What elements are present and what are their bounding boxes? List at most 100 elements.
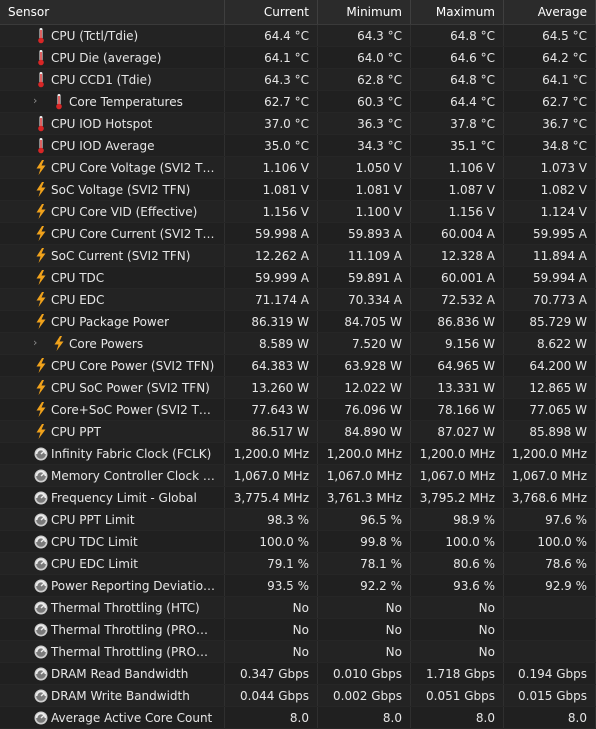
expand-chevron-icon[interactable]: ›	[33, 337, 41, 348]
value-maximum: 64.6 °C	[411, 47, 504, 68]
table-row[interactable]: Core+SoC Power (SVI2 TFN) 77.643 W 76.096 …	[0, 399, 596, 421]
value-current: 1.156 V	[225, 201, 318, 222]
table-row[interactable]: CPU Core Current (SVI2 TFN) 59.998 A 59.89…	[0, 223, 596, 245]
expand-chevron-icon[interactable]: ›	[33, 95, 41, 106]
table-row[interactable]: Thermal Throttling (PROCH... No No No	[0, 619, 596, 641]
value-maximum: 100.0 %	[411, 531, 504, 552]
value-maximum: 64.8 °C	[411, 25, 504, 46]
value-current: 1,067.0 MHz	[225, 465, 318, 486]
sensor-name-cell: CPU Core Voltage (SVI2 TFN)	[0, 157, 225, 178]
table-row[interactable]: DRAM Read Bandwidth 0.347 Gbps 0.010 Gbps 1…	[0, 663, 596, 685]
table-row[interactable]: CPU CCD1 (Tdie) 64.3 °C 62.8 °C 64.8 °C 64.1…	[0, 69, 596, 91]
sensor-name: Power Reporting Deviation ...	[51, 578, 216, 593]
value-average: 8.0	[504, 707, 596, 728]
table-row[interactable]: CPU IOD Average 35.0 °C 34.3 °C 35.1 °C 34.8…	[0, 135, 596, 157]
thermometer-icon	[33, 137, 49, 154]
table-row[interactable]: CPU Core Power (SVI2 TFN) 64.383 W 63.928 …	[0, 355, 596, 377]
lightning-icon	[33, 291, 49, 308]
value-average: 62.7 °C	[504, 91, 596, 112]
table-row[interactable]: CPU SoC Power (SVI2 TFN) 13.260 W 12.022 W…	[0, 377, 596, 399]
value-current: 62.7 °C	[225, 91, 318, 112]
value-current: No	[225, 619, 318, 640]
table-row[interactable]: DRAM Write Bandwidth 0.044 Gbps 0.002 Gbps…	[0, 685, 596, 707]
gauge-icon	[33, 555, 49, 572]
value-current: 98.3 %	[225, 509, 318, 530]
table-row[interactable]: › Core Temperatures 62.7 °C 60.3 °C 64.4 °C 6…	[0, 91, 596, 113]
value-average: 78.6 %	[504, 553, 596, 574]
sensor-name-cell: CPU (Tctl/Tdie)	[0, 25, 225, 46]
value-minimum: 59.891 A	[318, 267, 411, 288]
column-header-minimum[interactable]: Minimum	[318, 0, 411, 24]
lightning-icon	[33, 379, 49, 396]
table-row[interactable]: SoC Current (SVI2 TFN) 12.262 A 11.109 A 12…	[0, 245, 596, 267]
value-current: 71.174 A	[225, 289, 318, 310]
sensor-name: CPU Core VID (Effective)	[51, 204, 198, 219]
table-row[interactable]: Average Active Core Count 8.0 8.0 8.0 8.0	[0, 707, 596, 729]
table-row[interactable]: CPU Die (average) 64.1 °C 64.0 °C 64.6 °C 64…	[0, 47, 596, 69]
table-row[interactable]: Frequency Limit - Global 3,775.4 MHz 3,761…	[0, 487, 596, 509]
table-row[interactable]: Thermal Throttling (HTC) No No No	[0, 597, 596, 619]
sensor-name: Thermal Throttling (HTC)	[51, 600, 200, 615]
sensor-name-cell: Thermal Throttling (HTC)	[0, 597, 225, 618]
value-minimum: 11.109 A	[318, 245, 411, 266]
sensor-name-cell: CPU Core Current (SVI2 TFN)	[0, 223, 225, 244]
table-header: Sensor Current Minimum Maximum Average	[0, 0, 596, 25]
table-row[interactable]: › Core Powers 8.589 W 7.520 W 9.156 W 8.622 W	[0, 333, 596, 355]
value-minimum: 8.0	[318, 707, 411, 728]
table-row[interactable]: CPU IOD Hotspot 37.0 °C 36.3 °C 37.8 °C 36.7…	[0, 113, 596, 135]
value-average: 8.622 W	[504, 333, 596, 354]
value-average: 64.200 W	[504, 355, 596, 376]
sensor-name-cell: Infinity Fabric Clock (FCLK)	[0, 443, 225, 464]
value-maximum: No	[411, 641, 504, 662]
sensor-name-cell: Thermal Throttling (PROCH...	[0, 619, 225, 640]
table-body: CPU (Tctl/Tdie) 64.4 °C 64.3 °C 64.8 °C 64.5…	[0, 25, 596, 729]
table-row[interactable]: CPU EDC 71.174 A 70.334 A 72.532 A 70.773 A	[0, 289, 596, 311]
value-maximum: 64.8 °C	[411, 69, 504, 90]
value-average: 64.2 °C	[504, 47, 596, 68]
value-minimum: 92.2 %	[318, 575, 411, 596]
sensor-name: CPU IOD Hotspot	[51, 116, 153, 131]
value-minimum: 1.100 V	[318, 201, 411, 222]
table-row[interactable]: CPU Core Voltage (SVI2 TFN) 1.106 V 1.050 …	[0, 157, 596, 179]
table-row[interactable]: CPU (Tctl/Tdie) 64.4 °C 64.3 °C 64.8 °C 64.5…	[0, 25, 596, 47]
table-row[interactable]: CPU EDC Limit 79.1 % 78.1 % 80.6 % 78.6 %	[0, 553, 596, 575]
value-minimum: 1,200.0 MHz	[318, 443, 411, 464]
table-row[interactable]: CPU PPT 86.517 W 84.890 W 87.027 W 85.898 W	[0, 421, 596, 443]
value-current: 64.4 °C	[225, 25, 318, 46]
sensor-name-cell: Thermal Throttling (PROCH...	[0, 641, 225, 662]
table-row[interactable]: CPU Core VID (Effective) 1.156 V 1.100 V 1.…	[0, 201, 596, 223]
sensor-name: Average Active Core Count	[51, 710, 213, 725]
table-row[interactable]: Thermal Throttling (PROCH... No No No	[0, 641, 596, 663]
value-current: No	[225, 597, 318, 618]
sensor-name-cell: Core+SoC Power (SVI2 TFN)	[0, 399, 225, 420]
value-average: 64.5 °C	[504, 25, 596, 46]
value-average: 64.1 °C	[504, 69, 596, 90]
column-header-maximum[interactable]: Maximum	[411, 0, 504, 24]
table-row[interactable]: Power Reporting Deviation ... 93.5 % 92.2 …	[0, 575, 596, 597]
table-row[interactable]: Memory Controller Clock (U... 1,067.0 MHz…	[0, 465, 596, 487]
value-average: 70.773 A	[504, 289, 596, 310]
table-row[interactable]: CPU TDC Limit 100.0 % 99.8 % 100.0 % 100.0 %	[0, 531, 596, 553]
value-minimum: 76.096 W	[318, 399, 411, 420]
table-row[interactable]: CPU TDC 59.999 A 59.891 A 60.001 A 59.994 A	[0, 267, 596, 289]
sensor-name: SoC Voltage (SVI2 TFN)	[51, 182, 191, 197]
table-row[interactable]: CPU PPT Limit 98.3 % 96.5 % 98.9 % 97.6 %	[0, 509, 596, 531]
table-row[interactable]: SoC Voltage (SVI2 TFN) 1.081 V 1.081 V 1.08…	[0, 179, 596, 201]
sensor-name-cell: CPU EDC Limit	[0, 553, 225, 574]
value-maximum: 3,795.2 MHz	[411, 487, 504, 508]
column-header-sensor[interactable]: Sensor	[0, 0, 225, 24]
table-row[interactable]: CPU Package Power 86.319 W 84.705 W 86.836 …	[0, 311, 596, 333]
value-minimum: 60.3 °C	[318, 91, 411, 112]
sensor-name: Infinity Fabric Clock (FCLK)	[51, 446, 212, 461]
value-average: 1,067.0 MHz	[504, 465, 596, 486]
value-average: 59.994 A	[504, 267, 596, 288]
column-header-average[interactable]: Average	[504, 0, 596, 24]
lightning-icon	[33, 247, 49, 264]
table-row[interactable]: Infinity Fabric Clock (FCLK) 1,200.0 MHz 1…	[0, 443, 596, 465]
gauge-icon	[33, 665, 49, 682]
sensor-name: CPU IOD Average	[51, 138, 155, 153]
gauge-icon	[33, 445, 49, 462]
value-current: 64.383 W	[225, 355, 318, 376]
column-header-current[interactable]: Current	[225, 0, 318, 24]
value-minimum: 99.8 %	[318, 531, 411, 552]
